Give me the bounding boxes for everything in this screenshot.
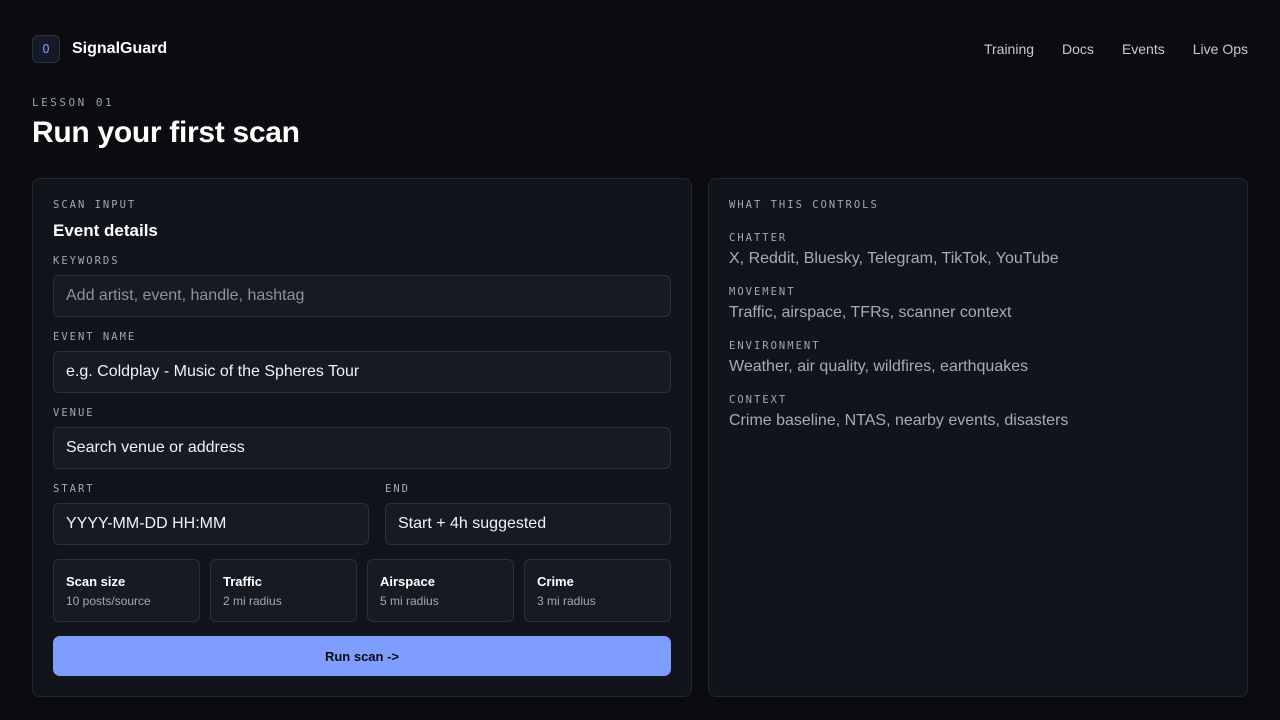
brand-name: SignalGuard bbox=[72, 40, 168, 57]
option-title: Airspace bbox=[380, 574, 435, 589]
option-value: 3 mi radius bbox=[537, 594, 596, 608]
controls-panel: WHAT THIS CONTROLS CHATTER X, Reddit, Bl… bbox=[708, 178, 1248, 697]
option-title: Traffic bbox=[223, 574, 263, 589]
nav-events[interactable]: Events bbox=[1122, 41, 1165, 57]
option-value: 5 mi radius bbox=[380, 594, 439, 608]
venue-input[interactable]: Search venue or address bbox=[53, 427, 671, 469]
context-description: Crime baseline, NTAS, nearby events, dis… bbox=[729, 412, 1069, 429]
event-name-input[interactable]: e.g. Coldplay - Music of the Spheres Tou… bbox=[53, 351, 671, 393]
start-input[interactable]: YYYY-MM-DD HH:MM bbox=[53, 503, 369, 545]
brand[interactable]: O SignalGuard bbox=[32, 35, 167, 63]
run-scan-button[interactable]: Run scan -> bbox=[53, 636, 671, 676]
option-value: 2 mi radius bbox=[223, 594, 282, 608]
page-title: Run your first scan bbox=[32, 116, 300, 149]
end-input[interactable]: Start + 4h suggested bbox=[385, 503, 671, 545]
top-bar: O SignalGuard Training Docs Events Live … bbox=[32, 35, 1248, 63]
event-name-label: EVENT NAME bbox=[53, 331, 137, 343]
option-title: Scan size bbox=[66, 574, 126, 589]
keywords-input[interactable]: Add artist, event, handle, hashtag bbox=[53, 275, 671, 317]
environment-description: Weather, air quality, wildfires, earthqu… bbox=[729, 358, 1029, 375]
crime-option[interactable]: Crime 3 mi radius bbox=[524, 559, 671, 622]
scan-size-option[interactable]: Scan size 10 posts/source bbox=[53, 559, 200, 622]
controls-eyebrow: WHAT THIS CONTROLS bbox=[729, 199, 879, 211]
movement-description: Traffic, airspace, TFRs, scanner context bbox=[729, 304, 1012, 321]
scan-input-panel: SCAN INPUT Event details KEYWORDS Add ar… bbox=[32, 178, 692, 697]
main-nav: Training Docs Events Live Ops bbox=[984, 41, 1248, 57]
context-label: CONTEXT bbox=[729, 394, 788, 406]
traffic-option[interactable]: Traffic 2 mi radius bbox=[210, 559, 357, 622]
logo-icon: O bbox=[32, 35, 60, 63]
airspace-option[interactable]: Airspace 5 mi radius bbox=[367, 559, 514, 622]
venue-label: VENUE bbox=[53, 407, 95, 419]
option-value: 10 posts/source bbox=[66, 594, 151, 608]
environment-label: ENVIRONMENT bbox=[729, 340, 821, 352]
start-label: START bbox=[53, 483, 95, 495]
lesson-eyebrow: LESSON 01 bbox=[32, 96, 115, 109]
nav-live-ops[interactable]: Live Ops bbox=[1193, 41, 1248, 57]
nav-training[interactable]: Training bbox=[984, 41, 1034, 57]
event-details-title: Event details bbox=[53, 221, 158, 240]
chatter-label: CHATTER bbox=[729, 232, 788, 244]
chatter-description: X, Reddit, Bluesky, Telegram, TikTok, Yo… bbox=[729, 250, 1059, 267]
option-title: Crime bbox=[537, 574, 574, 589]
movement-label: MOVEMENT bbox=[729, 286, 796, 298]
nav-docs[interactable]: Docs bbox=[1062, 41, 1094, 57]
end-label: END bbox=[385, 483, 410, 495]
scan-input-eyebrow: SCAN INPUT bbox=[53, 199, 137, 211]
keywords-label: KEYWORDS bbox=[53, 255, 120, 267]
